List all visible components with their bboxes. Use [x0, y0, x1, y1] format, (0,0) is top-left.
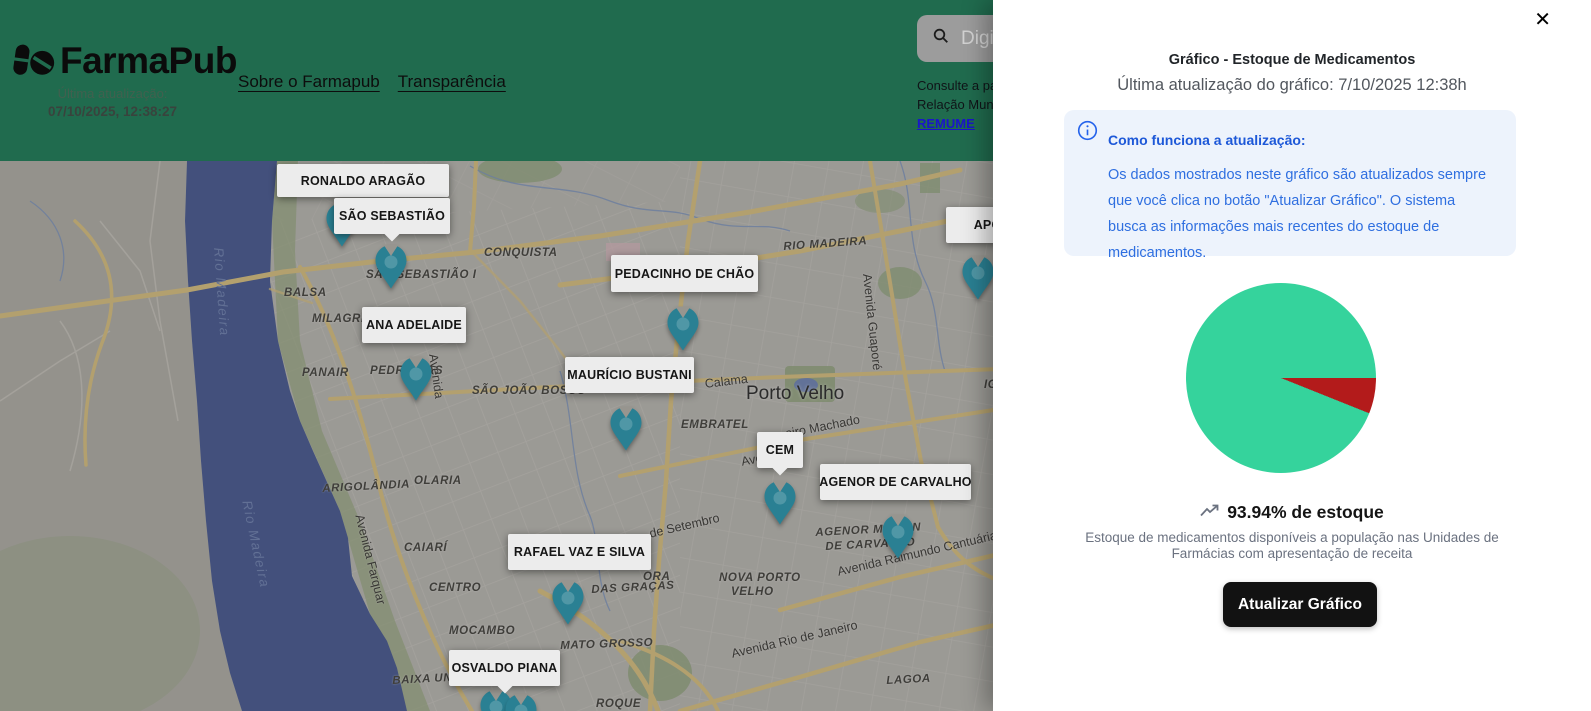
- map-pin-icon[interactable]: [881, 514, 915, 560]
- pharmacy-label-tail: [384, 225, 401, 242]
- map-pin-icon[interactable]: [374, 244, 408, 290]
- map-pin-icon[interactable]: [666, 306, 700, 352]
- last-update-value: 07/10/2025, 12:38:27: [5, 104, 220, 119]
- info-box: Como funciona a atualização: Os dados mo…: [1064, 110, 1516, 256]
- remume-note-line2: Relação Munic: [917, 97, 1003, 112]
- panel-title: Gráfico - Estoque de Medicamentos: [993, 52, 1591, 68]
- nav-link-1[interactable]: Transparência: [398, 72, 506, 92]
- pharmacy-label[interactable]: RONALDO ARAGÃO: [277, 164, 449, 197]
- map-pin-icon[interactable]: [763, 480, 797, 526]
- pharmacy-label[interactable]: PEDACINHO DE CHÃO: [611, 255, 758, 292]
- pharmacy-label[interactable]: MAURÍCIO BUSTANI: [565, 357, 694, 393]
- brand-title: FarmaPub: [60, 42, 237, 80]
- close-icon[interactable]: ✕: [1534, 10, 1551, 30]
- search-icon: [933, 28, 949, 49]
- map-pin-icon[interactable]: [961, 255, 995, 301]
- map-pin-icon[interactable]: [504, 693, 538, 711]
- chart-panel: ✕ Gráfico - Estoque de Medicamentos Últi…: [993, 0, 1591, 711]
- header-nav: Sobre o Farmapub Transparência: [238, 72, 506, 92]
- info-icon: [1077, 120, 1098, 146]
- map-pin-icon[interactable]: [609, 406, 643, 452]
- trending-up-icon: [1200, 504, 1219, 522]
- update-chart-button[interactable]: Atualizar Gráfico: [1223, 582, 1377, 627]
- map-pin-icon[interactable]: [399, 356, 433, 402]
- stat-row: 93.94% de estoque: [993, 502, 1591, 523]
- remume-note-line1: Consulte a pad: [917, 78, 1004, 93]
- pharmacy-label[interactable]: SÃO SEBASTIÃO: [334, 198, 450, 234]
- stock-pie-chart: [1186, 283, 1376, 473]
- pill-logo-icon: [10, 42, 56, 85]
- info-title: Como funciona a atualização:: [1108, 132, 1306, 148]
- pharmacy-label[interactable]: CEM: [757, 432, 803, 468]
- app-window: CONQUISTABALSAMILAGREPEDRINHASPANAIRSÃO …: [0, 0, 1591, 711]
- pharmacy-label[interactable]: OSVALDO PIANA: [449, 650, 560, 686]
- last-update-label: Última atualização:: [5, 86, 220, 101]
- nav-link-0[interactable]: Sobre o Farmapub: [238, 72, 380, 92]
- remume-link[interactable]: REMUME: [917, 116, 975, 131]
- pharmacy-label[interactable]: AGENOR DE CARVALHO: [820, 464, 971, 500]
- info-body: Os dados mostrados neste gráfico são atu…: [1108, 162, 1493, 266]
- pharmacy-label[interactable]: RAFAEL VAZ E SILVA: [508, 534, 651, 570]
- stat-value: 93.94% de estoque: [1227, 502, 1384, 523]
- map-pin-icon[interactable]: [551, 580, 585, 626]
- stat-description: Estoque de medicamentos disponíveis a po…: [1082, 530, 1502, 562]
- panel-subtitle: Última atualização do gráfico: 7/10/2025…: [993, 76, 1591, 95]
- pharmacy-label[interactable]: ANA ADELAIDE: [362, 307, 466, 343]
- pharmacy-label-tail: [772, 459, 789, 476]
